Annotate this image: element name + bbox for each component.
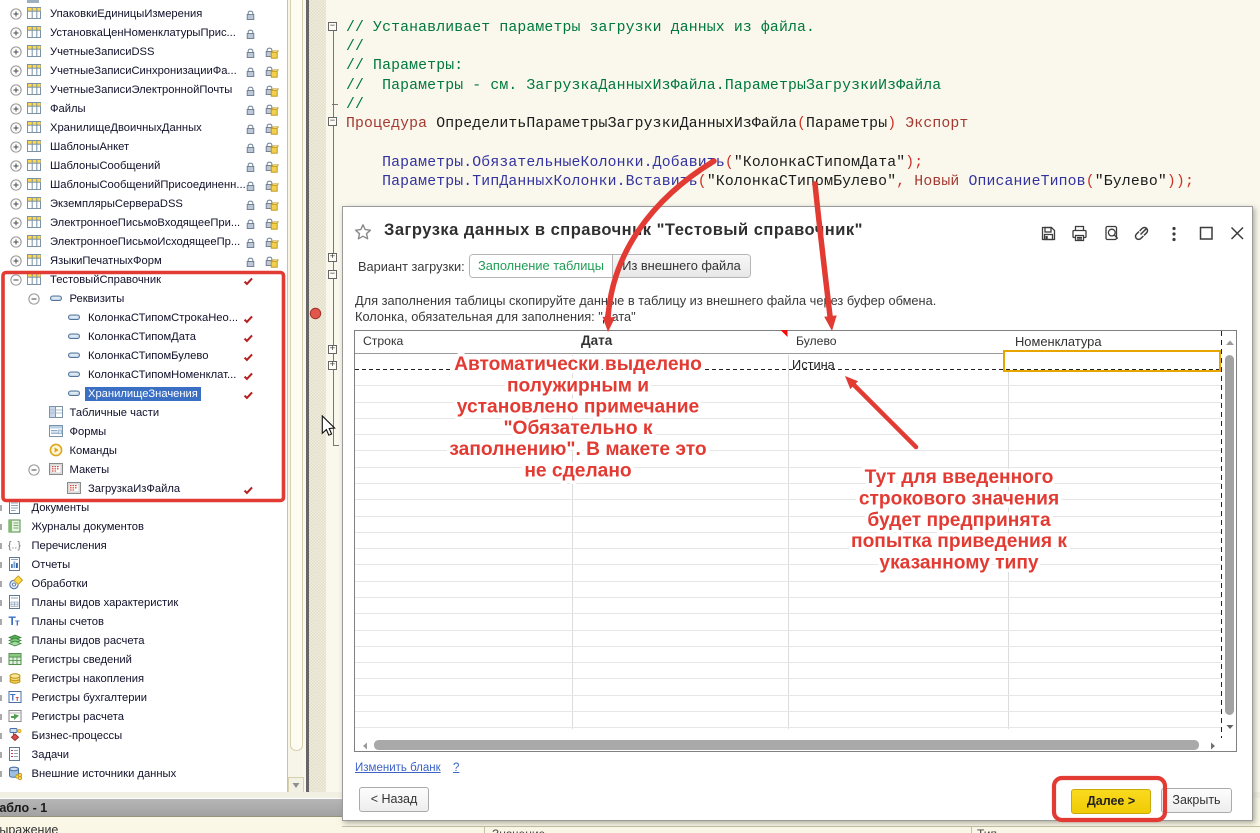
svg-text:Тут для введенного: Тут для введенного (865, 467, 1054, 488)
svg-text:полужирным и: полужирным и (507, 375, 649, 396)
svg-text:будет предпринята: будет предпринята (867, 510, 1051, 531)
svg-text:строкового значения: строкового значения (859, 488, 1059, 509)
svg-text:указанному типу: указанному типу (879, 553, 1039, 574)
svg-text:заполнению". В макете это: заполнению". В макете это (449, 439, 706, 460)
svg-text:попытка приведения к: попытка приведения к (851, 531, 1067, 552)
svg-text:Автоматически выделено: Автоматически выделено (454, 354, 702, 375)
svg-text:"Обязательно к: "Обязательно к (503, 418, 652, 439)
svg-text:установлено примечание: установлено примечание (457, 397, 700, 418)
svg-text:не сделано: не сделано (524, 461, 631, 482)
